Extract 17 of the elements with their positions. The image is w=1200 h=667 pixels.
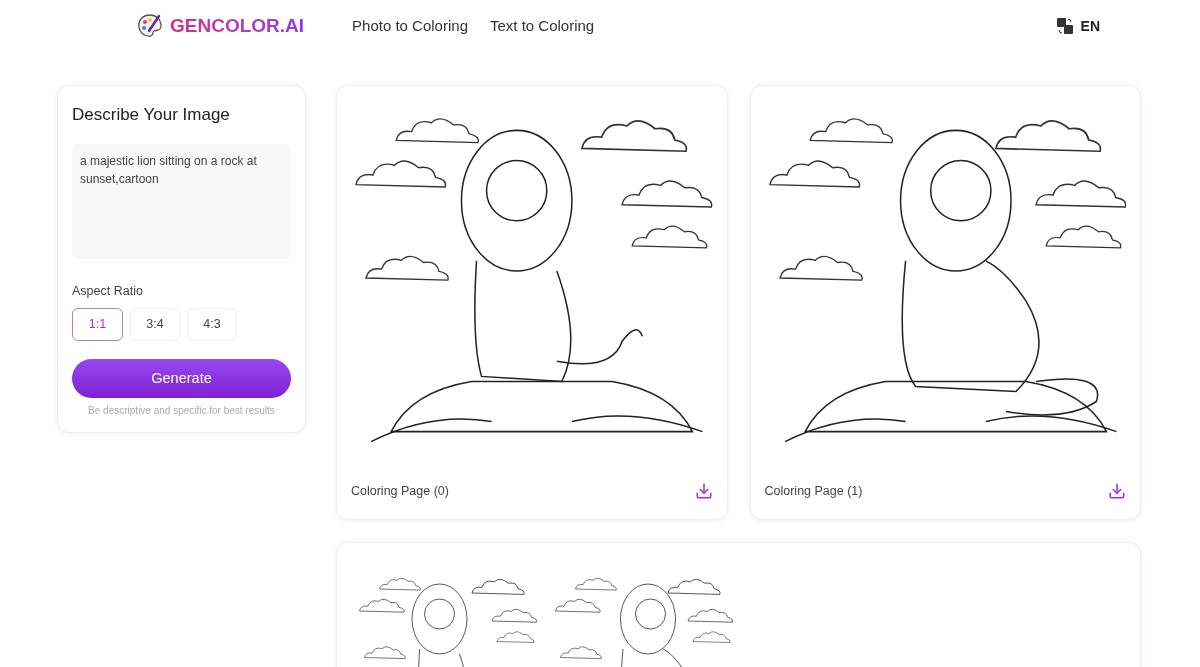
nav-link[interactable]: Text to Coloring [489, 14, 595, 38]
image-caption: Coloring Page (1) [764, 483, 863, 500]
ratio-option[interactable]: 3:4 [130, 308, 180, 342]
ratio-option[interactable]: 1:1 [72, 308, 123, 342]
language-button[interactable]: EN [1080, 15, 1100, 37]
nav-link[interactable]: Photo to Coloring [352, 14, 468, 38]
download-icon[interactable] [694, 482, 713, 501]
prompt-field[interactable]: a majestic lion sitting on a rock at sunset,cartoon [72, 143, 291, 259]
hint-text: Be descriptive and specific for best results [87, 404, 276, 419]
panel-title: Describe Your Image [72, 104, 231, 126]
ratio-option[interactable]: 4:3 [187, 308, 237, 342]
field-label: Aspect Ratio [72, 282, 144, 300]
palette-icon [136, 12, 164, 40]
download-icon[interactable] [1108, 482, 1126, 501]
translate-icon[interactable] [1056, 18, 1073, 34]
generate-button[interactable]: Generate [72, 359, 291, 399]
image-caption: Coloring Page (0) [351, 483, 449, 500]
